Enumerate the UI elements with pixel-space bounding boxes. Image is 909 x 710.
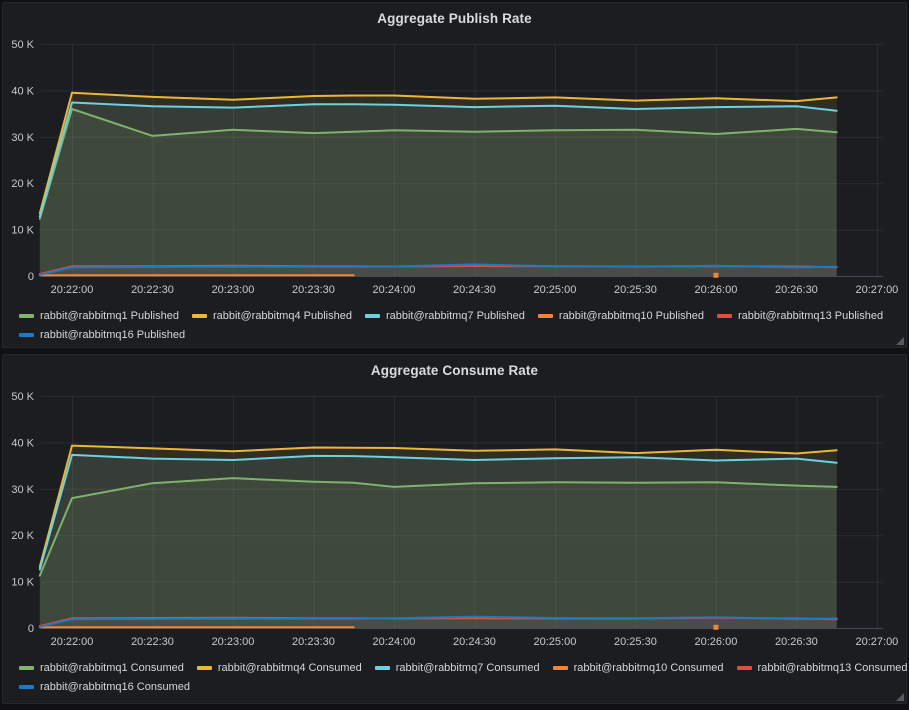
publish-legend: rabbit@rabbitmq1 Published rabbit@rabbitm… bbox=[3, 303, 906, 350]
x-axis-tick-label: 20:25:30 bbox=[614, 284, 657, 296]
x-axis-tick-label: 20:23:30 bbox=[292, 636, 335, 648]
legend-item[interactable]: rabbit@rabbitmq4 Consumed bbox=[197, 662, 362, 674]
y-axis-tick-label: 30 K bbox=[11, 484, 34, 496]
legend-row: rabbit@rabbitmq1 Consumed rabbit@rabbitmq… bbox=[19, 658, 906, 677]
x-axis-tick-label: 20:25:00 bbox=[534, 284, 577, 296]
panel-aggregate-consume-rate: Aggregate Consume Rate 0 10 K 20 K 30 K 40 K… bbox=[2, 354, 907, 704]
legend-swatch-icon bbox=[717, 314, 732, 318]
series-point[interactable] bbox=[713, 273, 718, 278]
legend-label: rabbit@rabbitmq7 Published bbox=[386, 310, 525, 322]
x-axis-tick-label: 20:22:30 bbox=[131, 636, 174, 648]
x-axis-tick-label: 20:25:00 bbox=[534, 636, 577, 648]
legend-label: rabbit@rabbitmq10 Consumed bbox=[574, 662, 724, 674]
y-axis-tick-label: 40 K bbox=[11, 437, 34, 449]
series-point[interactable] bbox=[713, 625, 718, 630]
y-axis-tick-label: 50 K bbox=[11, 39, 34, 51]
publish-rate-chart[interactable]: 0 10 K 20 K 30 K 40 K 50 K 20:22:00 20:22:30 20:… bbox=[3, 33, 906, 303]
x-axis-tick-label: 20:22:00 bbox=[51, 636, 94, 648]
legend-row: rabbit@rabbitmq16 Consumed bbox=[19, 677, 906, 696]
legend-item[interactable]: rabbit@rabbitmq13 Consumed bbox=[737, 662, 908, 674]
legend-swatch-icon bbox=[538, 314, 553, 318]
legend-label: rabbit@rabbitmq7 Consumed bbox=[396, 662, 540, 674]
x-axis-tick-label: 20:27:00 bbox=[855, 284, 898, 296]
legend-item[interactable]: rabbit@rabbitmq16 Published bbox=[19, 329, 185, 341]
x-axis-tick-label: 20:24:30 bbox=[453, 636, 496, 648]
panel-title-consume[interactable]: Aggregate Consume Rate bbox=[3, 355, 906, 385]
legend-label: rabbit@rabbitmq16 Published bbox=[40, 329, 185, 341]
y-axis-tick-label: 40 K bbox=[11, 85, 34, 97]
x-axis-tick-label: 20:27:00 bbox=[855, 636, 898, 648]
legend-item[interactable]: rabbit@rabbitmq10 Published bbox=[538, 310, 704, 322]
legend-label: rabbit@rabbitmq4 Consumed bbox=[218, 662, 362, 674]
legend-swatch-icon bbox=[192, 314, 207, 318]
legend-swatch-icon bbox=[197, 666, 212, 670]
y-axis-tick-label: 0 bbox=[28, 623, 34, 635]
legend-item[interactable]: rabbit@rabbitmq7 Consumed bbox=[375, 662, 540, 674]
legend-row: rabbit@rabbitmq1 Published rabbit@rabbitm… bbox=[19, 306, 906, 325]
panel-aggregate-publish-rate: Aggregate Publish Rate 0 10 K 20 K 30 K 40 K… bbox=[2, 2, 907, 348]
x-axis-tick-label: 20:24:00 bbox=[373, 284, 416, 296]
legend-label: rabbit@rabbitmq16 Consumed bbox=[40, 681, 190, 693]
panel-resize-handle[interactable] bbox=[896, 337, 904, 345]
y-axis-tick-label: 20 K bbox=[11, 530, 34, 542]
x-axis-tick-label: 20:26:00 bbox=[695, 284, 738, 296]
legend-swatch-icon bbox=[19, 333, 34, 337]
legend-item[interactable]: rabbit@rabbitmq1 Consumed bbox=[19, 662, 184, 674]
legend-swatch-icon bbox=[375, 666, 390, 670]
series-area bbox=[40, 103, 837, 277]
series-fills bbox=[40, 93, 837, 276]
legend-item[interactable]: rabbit@rabbitmq4 Published bbox=[192, 310, 352, 322]
x-axis-tick-label: 20:24:30 bbox=[453, 284, 496, 296]
x-axis-tick-label: 20:23:00 bbox=[212, 284, 255, 296]
y-axis-tick-label: 0 bbox=[28, 271, 34, 283]
legend-swatch-icon bbox=[19, 685, 34, 689]
legend-swatch-icon bbox=[737, 666, 752, 670]
legend-label: rabbit@rabbitmq13 Consumed bbox=[758, 662, 908, 674]
consume-legend: rabbit@rabbitmq1 Consumed rabbit@rabbitmq… bbox=[3, 655, 906, 702]
legend-item[interactable]: rabbit@rabbitmq13 Published bbox=[717, 310, 883, 322]
y-axis-tick-label: 20 K bbox=[11, 178, 34, 190]
x-axis-tick-label: 20:22:00 bbox=[51, 284, 94, 296]
consume-rate-chart[interactable]: 0 10 K 20 K 30 K 40 K 50 K 20:22:00 20:22:30 20:… bbox=[3, 385, 906, 655]
x-axis-tick-label: 20:24:00 bbox=[373, 636, 416, 648]
legend-item[interactable]: rabbit@rabbitmq16 Consumed bbox=[19, 681, 190, 693]
legend-label: rabbit@rabbitmq13 Published bbox=[738, 310, 883, 322]
y-axis-tick-label: 10 K bbox=[11, 577, 34, 589]
series-area bbox=[40, 455, 837, 628]
x-axis-tick-label: 20:23:30 bbox=[292, 284, 335, 296]
legend-label: rabbit@rabbitmq1 Consumed bbox=[40, 662, 184, 674]
x-axis-tick-label: 20:25:30 bbox=[614, 636, 657, 648]
y-axis-tick-label: 10 K bbox=[11, 225, 34, 237]
y-axis-tick-label: 30 K bbox=[11, 132, 34, 144]
legend-swatch-icon bbox=[19, 666, 34, 670]
legend-swatch-icon bbox=[553, 666, 568, 670]
legend-item[interactable]: rabbit@rabbitmq7 Published bbox=[365, 310, 525, 322]
series-fills bbox=[40, 446, 837, 628]
x-axis-tick-label: 20:26:30 bbox=[775, 284, 818, 296]
x-axis-tick-label: 20:26:30 bbox=[775, 636, 818, 648]
x-axis-tick-label: 20:23:00 bbox=[212, 636, 255, 648]
x-axis-tick-label: 20:22:30 bbox=[131, 284, 174, 296]
legend-label: rabbit@rabbitmq10 Published bbox=[559, 310, 704, 322]
x-axis-tick-label: 20:26:00 bbox=[695, 636, 738, 648]
legend-label: rabbit@rabbitmq1 Published bbox=[40, 310, 179, 322]
panel-title-publish[interactable]: Aggregate Publish Rate bbox=[3, 3, 906, 33]
legend-swatch-icon bbox=[365, 314, 380, 318]
y-axis-tick-label: 50 K bbox=[11, 391, 34, 403]
legend-item[interactable]: rabbit@rabbitmq1 Published bbox=[19, 310, 179, 322]
legend-row: rabbit@rabbitmq16 Published bbox=[19, 325, 906, 344]
panel-resize-handle[interactable] bbox=[896, 693, 904, 701]
legend-swatch-icon bbox=[19, 314, 34, 318]
legend-label: rabbit@rabbitmq4 Published bbox=[213, 310, 352, 322]
legend-item[interactable]: rabbit@rabbitmq10 Consumed bbox=[553, 662, 724, 674]
